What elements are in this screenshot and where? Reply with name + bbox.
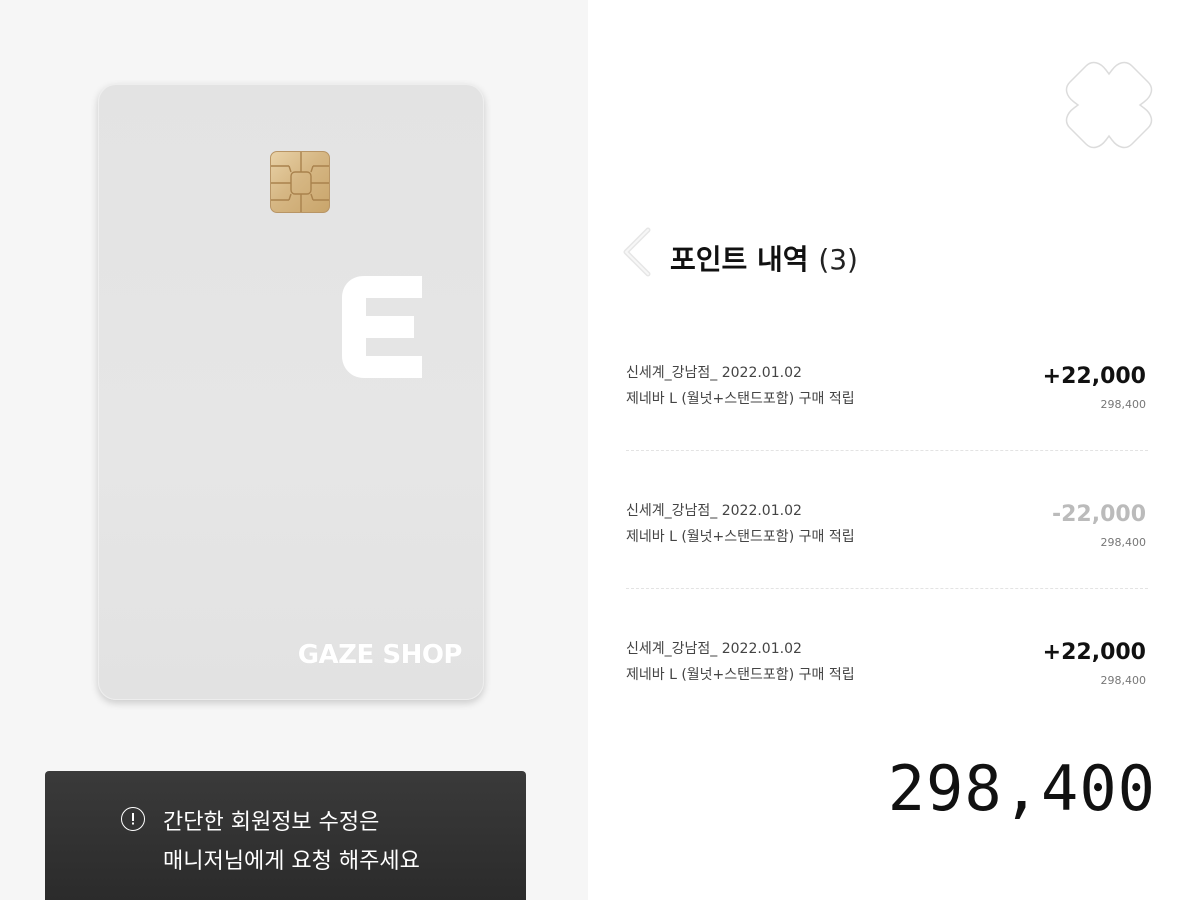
info-icon <box>121 807 145 831</box>
info-notice: 간단한 회원정보 수정은 매니저님에게 요청 해주세요 <box>45 771 526 900</box>
point-history-list: 신세계_강남점_ 2022.01.02 제네바 L (월넛+스탠드포함) 구매 … <box>626 360 1148 774</box>
history-description: 제네바 L (월넛+스탠드포함) 구매 적립 <box>626 667 855 683</box>
membership-card: GAZE SHOP <box>98 84 484 700</box>
page-title: 포인트 내역 (3) <box>670 238 858 278</box>
history-amount: +22,000 <box>1042 640 1146 665</box>
history-count: (3) <box>818 243 858 276</box>
history-store-date: 신세계_강남점_ 2022.01.02 <box>626 503 802 519</box>
brand-logo-icon <box>342 276 422 378</box>
card-brand-name: GAZE SHOP <box>297 640 463 670</box>
card-chip-icon <box>270 151 330 213</box>
notice-text-line2: 매니저님에게 요청 해주세요 <box>163 849 420 874</box>
close-button[interactable] <box>1064 60 1154 150</box>
close-icon <box>1065 61 1153 149</box>
history-store-date: 신세계_강남점_ 2022.01.02 <box>626 365 802 381</box>
point-history-screen: GAZE SHOP 간단한 회원정보 수정은 매니저님에게 요청 해주세요 포인… <box>0 0 1200 900</box>
history-item: 신세계_강남점_ 2022.01.02 제네바 L (월넛+스탠드포함) 구매 … <box>626 360 1148 498</box>
history-balance: 298,400 <box>1100 398 1147 411</box>
history-description: 제네바 L (월넛+스탠드포함) 구매 적립 <box>626 391 855 407</box>
card-panel: GAZE SHOP 간단한 회원정보 수정은 매니저님에게 요청 해주세요 <box>0 0 588 900</box>
history-amount: -22,000 <box>1051 502 1146 527</box>
notice-text-line1: 간단한 회원정보 수정은 <box>163 810 380 835</box>
history-item: 신세계_강남점_ 2022.01.02 제네바 L (월넛+스탠드포함) 구매 … <box>626 498 1148 636</box>
history-balance: 298,400 <box>1100 536 1147 549</box>
history-panel: 포인트 내역 (3) 신세계_강남점_ 2022.01.02 제네바 L (월넛… <box>588 0 1200 900</box>
history-balance: 298,400 <box>1100 674 1147 687</box>
history-amount: +22,000 <box>1042 364 1146 389</box>
history-description: 제네바 L (월넛+스탠드포함) 구매 적립 <box>626 529 855 545</box>
history-store-date: 신세계_강남점_ 2022.01.02 <box>626 641 802 657</box>
total-points: 298,400 <box>887 752 1156 825</box>
chevron-left-icon <box>623 227 651 277</box>
page-title-text: 포인트 내역 <box>670 243 809 276</box>
back-button[interactable] <box>618 226 658 278</box>
